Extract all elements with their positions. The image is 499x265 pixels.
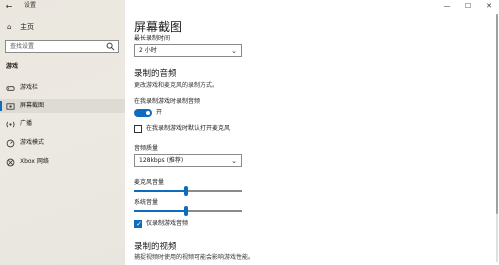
sidebar-item-label: 游戏模式: [20, 139, 45, 146]
maximize-icon[interactable]: ☐: [462, 1, 474, 11]
sidebar: ← 设置 ⌂ 主页 查找设置 游戏 游戏栏 屏幕截图 广播 游戏模式 Xbox …: [0, 0, 125, 265]
sidebar-item-label: 屏幕截图: [20, 102, 45, 109]
toggle-knob: [146, 111, 150, 115]
home-icon: ⌂: [7, 23, 12, 31]
back-arrow-icon[interactable]: ←: [4, 2, 14, 12]
max-record-value: 2 小时: [139, 47, 157, 54]
chevron-down-icon: ⌄: [231, 47, 237, 55]
capture-icon: [6, 103, 15, 110]
sidebar-item-game-bar[interactable]: 游戏栏: [0, 81, 125, 95]
sidebar-item-broadcasting[interactable]: 广播: [0, 117, 125, 131]
game-mode-icon: [6, 139, 15, 148]
toggle-state-label: 开: [156, 109, 163, 116]
page-title: 屏幕截图: [134, 20, 183, 34]
xbox-icon: [6, 158, 15, 167]
game-audio-only-checkbox[interactable]: ✓: [134, 220, 142, 228]
system-volume-slider[interactable]: [134, 206, 242, 216]
max-record-label: 最长录制时间: [134, 35, 171, 42]
record-audio-toggle[interactable]: [134, 109, 152, 117]
app-title: 设置: [24, 2, 37, 9]
title-bar: ← 设置: [0, 0, 125, 12]
mic-default-label: 在我录制游戏时默认打开麦克风: [146, 125, 231, 132]
sidebar-item-label: 广播: [20, 120, 33, 127]
max-record-dropdown[interactable]: 2 小时 ⌄: [134, 44, 242, 57]
audio-section-desc: 更改游戏和麦克风的录制方式。: [134, 82, 219, 89]
game-audio-only-label: 仅录制游戏音频: [146, 220, 189, 227]
video-section-title: 录制的视频: [134, 242, 177, 252]
sidebar-item-label: 游戏栏: [20, 84, 39, 91]
search-icon: [106, 42, 115, 51]
checkmark-icon: ✓: [136, 220, 142, 228]
sidebar-item-captures[interactable]: 屏幕截图: [0, 99, 125, 113]
minimize-icon[interactable]: —: [441, 1, 453, 11]
sidebar-item-xbox-network[interactable]: Xbox 网络: [0, 155, 125, 169]
audio-quality-dropdown[interactable]: 128kbps (推荐) ⌄: [134, 154, 242, 167]
broadcast-icon: [6, 121, 15, 128]
mic-volume-slider[interactable]: [134, 186, 242, 196]
game-bar-icon: [6, 86, 15, 91]
audio-quality-value: 128kbps (推荐): [139, 157, 184, 164]
scrollbar[interactable]: [496, 14, 498, 262]
slider-fill: [134, 190, 186, 192]
video-section-desc: 捕捉视频时使用的视频可能会影响游戏性能。: [134, 254, 255, 261]
search-input[interactable]: 查找设置: [5, 40, 119, 53]
mic-default-checkbox[interactable]: [134, 125, 142, 133]
sidebar-item-label: Xbox 网络: [20, 158, 49, 165]
scrollbar-thumb[interactable]: [496, 14, 498, 214]
sidebar-section-heading: 游戏: [6, 63, 19, 70]
chevron-down-icon: ⌄: [231, 157, 237, 165]
close-icon[interactable]: ✕: [483, 1, 495, 11]
main-content: — ☐ ✕ 屏幕截图 最长录制时间 2 小时 ⌄ 录制的音频 更改游戏和麦克风的…: [125, 0, 499, 265]
sidebar-item-game-mode[interactable]: 游戏模式: [0, 136, 125, 150]
search-placeholder: 查找设置: [10, 43, 35, 50]
sidebar-item-home[interactable]: ⌂ 主页: [0, 20, 125, 34]
audio-section-title: 录制的音频: [134, 69, 177, 79]
slider-thumb[interactable]: [183, 186, 188, 196]
record-audio-label: 在我录制游戏时录制音频: [134, 98, 201, 105]
audio-quality-label: 音频质量: [134, 145, 159, 152]
sidebar-item-label: 主页: [20, 23, 34, 31]
slider-fill: [134, 210, 186, 212]
window-controls: — ☐ ✕: [439, 0, 499, 12]
slider-thumb[interactable]: [183, 206, 188, 216]
